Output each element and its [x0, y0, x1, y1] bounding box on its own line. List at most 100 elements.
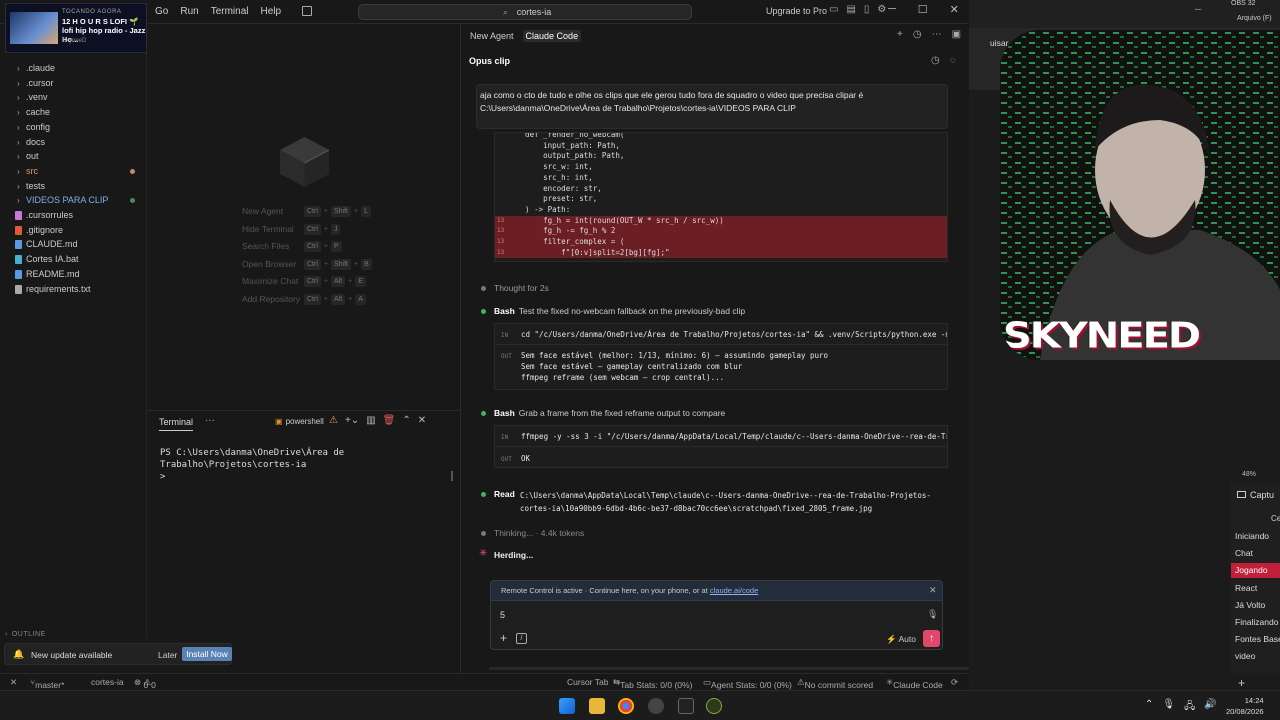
- app-icon[interactable]: [706, 698, 722, 714]
- file-item[interactable]: README.md: [0, 267, 146, 282]
- file-item[interactable]: Cortes IA.bat: [0, 252, 146, 267]
- add-context-icon[interactable]: +: [500, 631, 507, 645]
- terminal-scrollbar[interactable]: [451, 471, 453, 481]
- folder-item[interactable]: › docs: [0, 135, 146, 150]
- zoom-level[interactable]: 48%: [1242, 471, 1256, 478]
- folder-item[interactable]: › .venv: [0, 90, 146, 105]
- sidebar-icon[interactable]: ▣: [952, 29, 961, 40]
- file-item[interactable]: .cursorrules: [0, 208, 146, 223]
- add-scene-icon[interactable]: +: [1238, 676, 1245, 690]
- history-icon[interactable]: ◷: [913, 29, 922, 40]
- later-button[interactable]: Later: [158, 650, 177, 660]
- folder-item[interactable]: › src: [0, 164, 146, 179]
- folder-item[interactable]: › tests: [0, 179, 146, 194]
- maximize-icon[interactable]: ☐: [918, 3, 928, 16]
- shortcut-item[interactable]: New Agent Ctrl + Shift + L: [242, 206, 382, 220]
- folder-item[interactable]: › .claude: [0, 61, 146, 76]
- panel-right-icon[interactable]: ▯: [864, 4, 870, 15]
- shortcut-item[interactable]: Hide Terminal Ctrl + J: [242, 223, 382, 238]
- chat-scrollbar[interactable]: [489, 667, 969, 670]
- send-button[interactable]: ↑: [923, 630, 940, 647]
- claude-status[interactable]: ✳ Claude Code: [886, 677, 943, 690]
- chevron-up-icon[interactable]: ⌃: [402, 415, 410, 426]
- chevron-up-icon[interactable]: ⌃: [1145, 699, 1153, 716]
- menu-help[interactable]: Help: [261, 6, 282, 17]
- thought-label[interactable]: Thought for 2s: [494, 283, 549, 293]
- volume-icon[interactable]: 🔊: [1204, 699, 1216, 716]
- upgrade-link[interactable]: Upgrade to Pro: [766, 6, 827, 16]
- shortcut-item[interactable]: Open Browser Ctrl + Shift + B: [242, 258, 382, 273]
- file-explorer-icon[interactable]: [589, 698, 605, 714]
- remote-icon[interactable]: ✕: [10, 677, 17, 688]
- mode-selector[interactable]: ⚡ Auto: [886, 634, 916, 645]
- slash-command-icon[interactable]: /: [516, 633, 527, 644]
- chrome-icon[interactable]: [618, 698, 634, 714]
- folder-item[interactable]: › VIDEOS PARA CLIP: [0, 193, 146, 208]
- install-now-button[interactable]: Install Now: [182, 647, 232, 661]
- minimize-icon[interactable]: ─: [1195, 4, 1201, 14]
- obs-icon[interactable]: [648, 698, 664, 714]
- network-icon[interactable]: 🖧: [1184, 699, 1195, 716]
- clock[interactable]: 14:24 20/08/2026: [1226, 695, 1264, 717]
- bash2-header[interactable]: Bash Grab a frame from the fixed reframe …: [494, 408, 725, 418]
- minimize-icon[interactable]: ─: [888, 3, 896, 16]
- shortcut-item[interactable]: Add Repository Ctrl + Alt + A: [242, 294, 382, 308]
- folder-item[interactable]: › .cursor: [0, 76, 146, 91]
- warning-icon[interactable]: ⚠: [329, 415, 338, 426]
- new-terminal-icon[interactable]: +⌄: [345, 415, 359, 426]
- menu-terminal[interactable]: Terminal: [211, 6, 249, 17]
- file-item[interactable]: .gitignore: [0, 223, 146, 238]
- outline-section[interactable]: › OUTLINE: [5, 631, 46, 638]
- tab-claude-code[interactable]: Claude Code: [522, 30, 582, 42]
- more-icon[interactable]: ⋯: [932, 29, 942, 40]
- menu-run[interactable]: Run: [180, 6, 198, 17]
- terminal-output[interactable]: PS C:\Users\danma\OneDrive\Área de Traba…: [160, 447, 460, 483]
- settings-icon[interactable]: ⚙: [877, 4, 886, 15]
- toggle-sidebar-icon[interactable]: [302, 6, 312, 16]
- split-icon[interactable]: ▥: [366, 415, 375, 426]
- folder-label[interactable]: cortes-ia: [91, 677, 124, 687]
- folder-item[interactable]: › out: [0, 149, 146, 164]
- file-item[interactable]: requirements.txt: [0, 282, 146, 297]
- panel-left-icon[interactable]: ▭: [829, 4, 838, 15]
- panel-bottom-icon[interactable]: ▤: [846, 4, 855, 15]
- tab-stats[interactable]: ⇆ Tab Stats: 0/0 (0%): [613, 677, 692, 690]
- command-search[interactable]: ⌕ cortes-ia: [358, 4, 692, 20]
- file-item[interactable]: CLAUDE.md: [0, 237, 146, 252]
- scene-item[interactable]: Chat: [1231, 546, 1280, 561]
- trash-icon[interactable]: 🗑: [383, 415, 396, 426]
- tab-new-agent[interactable]: New Agent: [467, 30, 517, 42]
- start-icon[interactable]: [559, 698, 575, 714]
- close-terminal-icon[interactable]: ✕: [418, 415, 426, 426]
- read-header[interactable]: Read: [494, 489, 519, 499]
- microphone-icon[interactable]: 🎙: [1162, 699, 1175, 716]
- agent-stats[interactable]: ▭ Agent Stats: 0/0 (0%): [703, 677, 792, 690]
- chat-input[interactable]: [500, 608, 920, 622]
- scene-item[interactable]: React: [1231, 581, 1280, 596]
- cursor-tab-status[interactable]: Cursor Tab: [567, 677, 608, 687]
- add-icon[interactable]: +: [897, 29, 903, 40]
- folder-item[interactable]: › cache: [0, 105, 146, 120]
- shortcut-item[interactable]: Maximize Chat Ctrl + Alt + E: [242, 276, 382, 290]
- notifications-icon[interactable]: ⟳: [951, 677, 958, 688]
- read-path[interactable]: C:\Users\danma\AppData\Local\Temp\claude…: [520, 489, 950, 515]
- capture-source[interactable]: Captu: [1237, 490, 1274, 500]
- clock-icon[interactable]: ◷: [931, 55, 940, 66]
- scene-item[interactable]: Já Volto: [1231, 598, 1280, 613]
- terminal-tab[interactable]: Terminal: [159, 417, 194, 431]
- cursor-app-icon[interactable]: [678, 698, 694, 714]
- user-message[interactable]: aja como o cto de tudo e olhe os clips q…: [476, 84, 948, 129]
- branch-indicator[interactable]: ⑂ master*: [30, 677, 64, 690]
- shortcut-item[interactable]: Search Files Ctrl + P: [242, 241, 382, 255]
- remote-link[interactable]: claude.ai/code: [710, 586, 758, 595]
- commit-status[interactable]: ⚠ No commit scored: [797, 677, 873, 690]
- folder-item[interactable]: › config: [0, 120, 146, 135]
- scene-item[interactable]: Finalizando: [1231, 615, 1280, 630]
- scene-item[interactable]: Jogando: [1231, 563, 1280, 579]
- problems-indicator[interactable]: ⊗ 0 ⚠ 0: [134, 677, 156, 690]
- close-banner-icon[interactable]: ✕: [929, 585, 937, 596]
- menu-go[interactable]: Go: [155, 6, 168, 17]
- obs-menu-file[interactable]: Arquivo (F): [1237, 15, 1272, 22]
- close-icon[interactable]: ✕: [950, 3, 959, 16]
- shell-selector[interactable]: ▣ powershell: [275, 417, 324, 426]
